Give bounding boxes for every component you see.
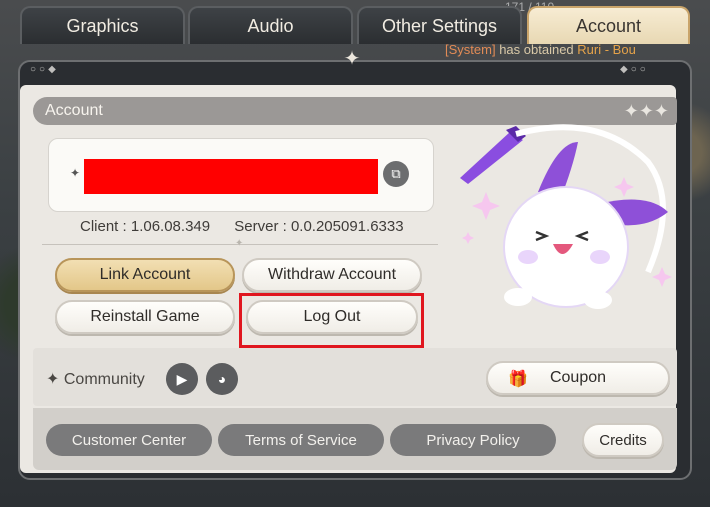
divider-ornament-icon: ✦ (235, 238, 244, 249)
panel-ornament-left: ○○◆ (30, 64, 59, 75)
coupon-button[interactable]: 🎁 Coupon (486, 361, 670, 395)
background-system-message: [System] has obtained Ruri - Bou (445, 42, 636, 57)
copy-icon[interactable]: ⧉ (383, 161, 409, 187)
client-version: Client : 1.06.08.349 (80, 218, 211, 235)
gift-icon: 🎁 (508, 371, 528, 388)
version-info: Client : 1.06.08.349 Server : 0.0.205091… (80, 218, 404, 235)
star-icon: ✦ (70, 166, 81, 180)
system-text: has obtained (499, 42, 574, 57)
server-version: Server : 0.0.205091.6333 (234, 218, 404, 235)
tab-other-settings[interactable]: Other Settings (357, 6, 522, 44)
youtube-icon[interactable]: ▶ (166, 363, 198, 395)
system-item: Ruri - Bou (577, 42, 636, 57)
tab-account[interactable]: Account (527, 6, 690, 44)
system-prefix: [System] (445, 42, 496, 57)
credits-button[interactable]: Credits (582, 423, 664, 457)
section-header: Account ✦✦✦ (33, 97, 677, 125)
panel-ornament-right: ◆○○ (620, 64, 649, 75)
highlight-annotation (239, 293, 424, 348)
mascot-character-image (460, 124, 672, 309)
tab-audio[interactable]: Audio (188, 6, 353, 44)
terms-of-service-button[interactable]: Terms of Service (218, 424, 384, 456)
settings-tabs: Graphics Audio Other Settings Account (0, 6, 710, 44)
customer-center-button[interactable]: Customer Center (46, 424, 212, 456)
redacted-account-id (84, 159, 378, 194)
coupon-label: Coupon (549, 369, 607, 386)
privacy-policy-button[interactable]: Privacy Policy (390, 424, 556, 456)
sparkle-decoration-icon: ✦✦✦ (623, 101, 669, 121)
tab-graphics[interactable]: Graphics (20, 6, 185, 44)
link-account-button[interactable]: Link Account (55, 258, 235, 292)
reinstall-game-button[interactable]: Reinstall Game (55, 300, 235, 334)
community-label: ✦ Community (46, 371, 145, 388)
section-title: Account (45, 102, 103, 119)
discord-icon[interactable]: ◕ (206, 363, 238, 395)
panel-top-ornament-icon: ✦ (343, 48, 361, 70)
withdraw-account-button[interactable]: Withdraw Account (242, 258, 422, 292)
